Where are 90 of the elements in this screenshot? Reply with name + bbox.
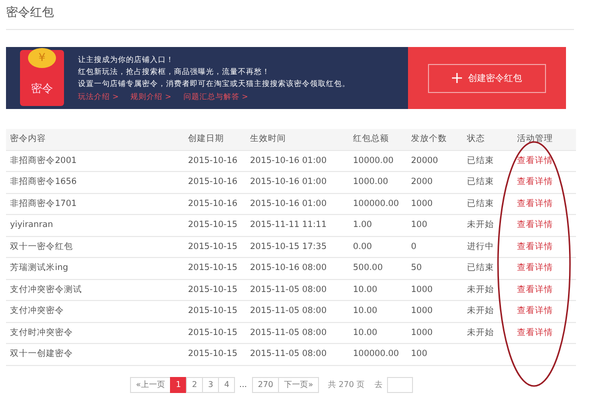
details-link[interactable]: 查看详情	[517, 284, 553, 295]
column-header: 发放个数	[407, 129, 463, 150]
page-button[interactable]: 4	[218, 376, 236, 392]
table-cell: 未开始	[463, 322, 513, 344]
table-cell: 1000	[407, 193, 463, 214]
table-cell: 支付冲突密令	[6, 300, 184, 322]
column-header: 活动管理	[513, 129, 576, 150]
table-cell: 未开始	[463, 300, 513, 322]
pagination-ellipsis: ...	[238, 380, 248, 389]
table-cell: 2015-10-15	[184, 214, 246, 236]
page-button[interactable]: 270	[252, 376, 280, 392]
table-cell: 已结束	[463, 193, 513, 214]
table-cell: 2015-10-16 01:00	[246, 150, 349, 172]
table-cell: 2015-10-15 17:35	[246, 236, 349, 258]
next-page-button[interactable]: 下一页»	[278, 376, 320, 392]
table-cell: 50	[407, 258, 463, 279]
table-cell: 进行中	[463, 236, 513, 258]
table-cell: 双十一密令红包	[6, 236, 184, 258]
table-cell: 2015-10-15	[184, 279, 246, 300]
table-cell: 已结束	[463, 172, 513, 193]
details-link[interactable]: 查看详情	[517, 198, 553, 209]
table-cell: 2015-10-16 01:00	[246, 172, 349, 193]
table-cell: 2015-10-15	[184, 322, 246, 344]
details-link[interactable]: 查看详情	[517, 220, 553, 230]
page-title: 密令红包	[6, 4, 55, 21]
table-cell: 100	[407, 344, 463, 365]
table-cell: 1000	[407, 322, 463, 344]
table-cell: 双十一创建密令	[6, 344, 184, 365]
table-cell: 支付冲突密令测试	[6, 279, 184, 300]
column-header: 密令内容	[6, 129, 184, 150]
table-cell: 500.00	[349, 258, 407, 279]
table-cell: 未开始	[463, 214, 513, 236]
table-cell: 100000.00	[349, 344, 407, 365]
table-cell: 2015-10-15	[184, 300, 246, 322]
table-cell: 非招商密令1656	[6, 172, 184, 193]
table-cell: 已结束	[463, 258, 513, 279]
column-header: 状态	[463, 129, 513, 150]
details-link[interactable]: 查看详情	[517, 242, 553, 252]
table-cell: 2015-11-05 08:00	[246, 300, 349, 322]
table-cell: 0	[407, 236, 463, 258]
table-cell: 2015-10-16	[184, 150, 246, 172]
details-link[interactable]: 查看详情	[517, 306, 553, 316]
details-link[interactable]: 查看详情	[517, 263, 553, 274]
details-link[interactable]: 查看详情	[517, 177, 553, 188]
details-link[interactable]: 查看详情	[517, 328, 553, 338]
table-cell: 2015-10-16	[184, 193, 246, 214]
table-cell: 1000.00	[349, 172, 407, 193]
table-cell: 未开始	[463, 279, 513, 300]
table-cell: 20000	[407, 150, 463, 172]
table-cell: yiyiranran	[6, 214, 184, 236]
coin-icon: ¥	[28, 48, 56, 68]
create-button[interactable]: 创建密令红包	[428, 64, 546, 92]
table-cell: 芳瑞测试米ing	[6, 258, 184, 279]
page-button[interactable]: 2	[186, 376, 204, 392]
table-cell: 2015-10-15	[184, 236, 246, 258]
column-header: 创建日期	[184, 129, 246, 150]
table-cell: 100000.00	[349, 193, 407, 214]
table-cell: 2015-10-16 08:00	[246, 258, 349, 279]
table-cell: 10000.00	[349, 150, 407, 172]
page-input[interactable]	[387, 376, 414, 392]
table-cell: 10.00	[349, 279, 407, 300]
table-cell: 2015-10-16 01:00	[246, 193, 349, 214]
prev-page-button[interactable]: «上一页	[130, 376, 171, 392]
goto-label: 去	[374, 379, 382, 390]
envelope-label: 密令	[31, 81, 53, 96]
table-cell: 非招商密令1701	[6, 193, 184, 214]
table-cell: 1000	[407, 300, 463, 322]
table-cell: 2015-10-15	[184, 344, 246, 365]
table-cell: 支付时冲突密令	[6, 322, 184, 344]
table-cell: 2015-10-16	[184, 172, 246, 193]
table-cell: 1000	[407, 279, 463, 300]
plus-icon	[452, 73, 462, 83]
column-header: 红包总额	[349, 129, 407, 150]
table-cell: 2015-11-11 11:11	[246, 214, 349, 236]
table-cell: 0.00	[349, 236, 407, 258]
table-cell: 1.00	[349, 214, 407, 236]
column-header: 生效时间	[246, 129, 349, 150]
table-cell: 10.00	[349, 300, 407, 322]
table-cell: 2015-10-15	[184, 258, 246, 279]
page-total: 共 270 页	[328, 379, 364, 390]
table-cell: 2015-11-05 08:00	[246, 344, 349, 365]
table-cell: 非招商密令2001	[6, 150, 184, 172]
table-cell: 10.00	[349, 322, 407, 344]
table-cell: 2015-11-05 08:00	[246, 279, 349, 300]
page-button[interactable]: 3	[202, 376, 220, 392]
table-cell: 2000	[407, 172, 463, 193]
table-cell: 2015-11-05 08:00	[246, 322, 349, 344]
table-cell: 已结束	[463, 150, 513, 172]
details-link[interactable]: 查看详情	[517, 156, 553, 166]
table-cell: 100	[407, 214, 463, 236]
